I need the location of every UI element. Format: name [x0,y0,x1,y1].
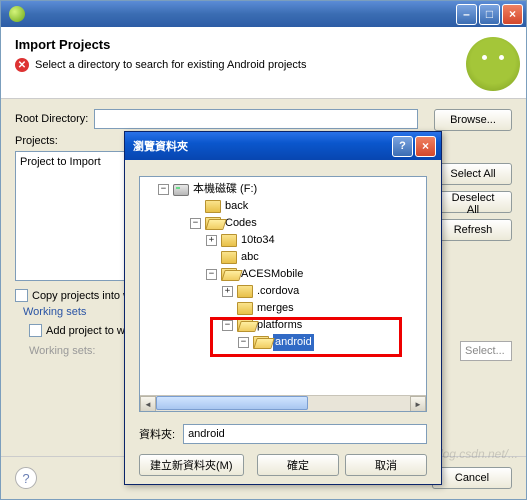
tree-drive[interactable]: 本機磁碟 (F:) [193,181,257,198]
folder-open-icon [221,268,237,281]
browse-title: 瀏覽資料夾 [133,138,188,154]
select-all-button[interactable]: Select All [434,163,512,185]
minimize-button[interactable]: – [456,4,477,25]
android-logo-icon [466,37,520,91]
maximize-button[interactable]: □ [479,4,500,25]
folder-icon [237,285,253,298]
folder-open-icon [237,319,253,332]
app-icon [9,6,25,22]
tree-codes[interactable]: Codes [225,215,257,232]
scroll-left-button[interactable]: ◄ [140,396,156,412]
close-button[interactable]: × [502,4,523,25]
cancel-button[interactable]: Cancel [432,467,512,489]
collapse-icon[interactable]: − [190,218,201,229]
browse-button[interactable]: Browse... [434,109,512,131]
folder-icon [237,302,253,315]
folder-open-icon [253,336,269,349]
tree-android-selected[interactable]: android [273,334,314,351]
folder-tree[interactable]: − 本機磁碟 (F:) back − Codes + 10to [139,176,427,412]
drive-icon [173,184,189,196]
browse-titlebar: 瀏覽資料夾 ? × [125,132,441,160]
tree-abc[interactable]: abc [241,249,259,266]
tree-back[interactable]: back [225,198,248,215]
add-workingset-checkbox[interactable] [29,324,42,337]
tree-aces[interactable]: ACESMobile [241,266,303,283]
workingsets-label: Working sets: [29,345,95,357]
browse-cancel-button[interactable]: 取消 [345,454,427,476]
horizontal-scrollbar[interactable]: ◄ ► [140,395,426,411]
deselect-all-button[interactable]: Deselect All [434,191,512,213]
tree-10to34[interactable]: 10to34 [241,232,275,249]
dialog-message: Select a directory to search for existin… [35,59,306,71]
tree-cordova[interactable]: .cordova [257,283,299,300]
tree-platforms[interactable]: platforms [257,317,302,334]
collapse-icon[interactable]: − [222,320,233,331]
browse-help-button[interactable]: ? [392,136,413,157]
folder-icon [205,200,221,213]
browse-close-button[interactable]: × [415,136,436,157]
help-button[interactable]: ? [15,467,37,489]
project-column-header: Project to Import [20,156,101,168]
dialog-header: Import Projects ✕ Select a directory to … [1,27,526,99]
refresh-button[interactable]: Refresh [434,219,512,241]
folder-input[interactable] [183,424,427,444]
collapse-icon[interactable]: − [206,269,217,280]
ok-button[interactable]: 確定 [257,454,339,476]
folder-icon [221,251,237,264]
root-directory-label: Root Directory: [15,113,88,125]
folder-icon [221,234,237,247]
scroll-thumb[interactable] [156,396,308,410]
scroll-right-button[interactable]: ► [410,396,426,412]
folder-label: 資料夾: [139,426,175,442]
tree-merges[interactable]: merges [257,300,294,317]
workingsets-select: Select... [460,341,512,361]
copy-checkbox[interactable] [15,289,28,302]
collapse-icon[interactable]: − [158,184,169,195]
dialog-title: Import Projects [15,37,512,52]
browse-folder-dialog: 瀏覽資料夾 ? × − 本機磁碟 (F:) back − [124,131,442,485]
collapse-icon[interactable]: − [238,337,249,348]
main-titlebar: – □ × [1,1,526,27]
root-directory-input[interactable] [94,109,418,129]
new-folder-button[interactable]: 建立新資料夾(M) [139,454,244,476]
expand-icon[interactable]: + [222,286,233,297]
error-icon: ✕ [15,58,29,72]
folder-open-icon [205,217,221,230]
expand-icon[interactable]: + [206,235,217,246]
